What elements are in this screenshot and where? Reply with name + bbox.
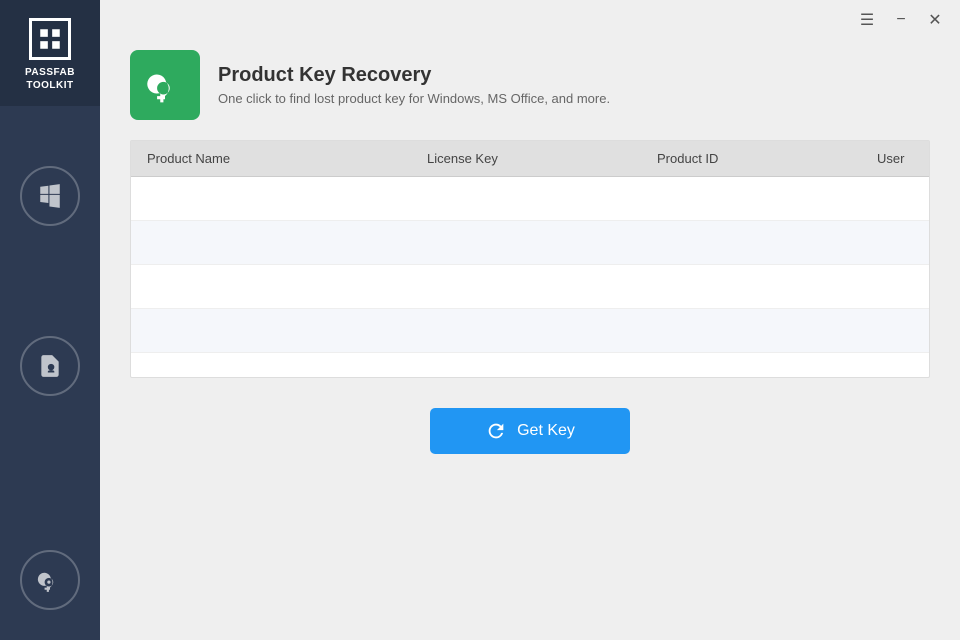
sidebar-nav [0,106,100,396]
minimize-icon: − [896,11,905,29]
cell-product-name [147,275,427,298]
product-key-circle-icon [37,567,63,593]
get-key-button[interactable]: Get Key [430,408,630,454]
table-row [131,265,929,309]
windows-icon [37,183,63,209]
sidebar-item-product-key[interactable] [20,550,80,610]
titlebar: ☰ − ✕ [100,0,960,40]
menu-button[interactable]: ☰ [852,5,882,35]
table-row [131,221,929,265]
cell-product-id [657,231,877,254]
cell-user [877,231,913,254]
app-subtitle: One click to find lost product key for W… [218,91,610,106]
sidebar-item-file-key[interactable] [20,336,80,396]
cell-product-name [147,231,427,254]
cell-product-name [147,187,427,210]
app-header-text: Product Key Recovery One click to find l… [218,64,610,106]
get-key-label: Get Key [517,422,575,440]
cell-product-id [657,187,877,210]
app-icon [130,50,200,120]
main-content: ☰ − ✕ Product Key Recovery One click to … [100,0,960,640]
content-area: Product Key Recovery One click to find l… [100,40,960,640]
table-row [131,177,929,221]
table-header: Product Name License Key Product ID User [131,141,929,177]
logo-svg [37,26,63,52]
col-product-name: Product Name [147,151,427,166]
app-header: Product Key Recovery One click to find l… [130,50,930,120]
table-body [131,177,929,377]
logo-text: PASSFAB TOOLKIT [0,66,100,92]
cell-license-key [427,319,657,342]
minimize-button[interactable]: − [886,5,916,35]
sidebar-item-windows[interactable] [20,166,80,226]
logo-icon [29,18,71,60]
close-icon: ✕ [928,10,941,30]
cell-user [877,275,913,298]
cell-license-key [427,231,657,254]
close-button[interactable]: ✕ [920,5,950,35]
cell-user [877,187,913,210]
col-user: User [877,151,913,166]
menu-icon: ☰ [860,10,874,30]
cell-user [877,319,913,342]
table-wrapper: Product Name License Key Product ID User [130,140,930,378]
cell-product-id [657,275,877,298]
bottom-area: Get Key [130,408,930,454]
app-title: Product Key Recovery [218,64,610,87]
cell-product-id [657,319,877,342]
key-icon [146,66,184,104]
cell-product-name [147,319,427,342]
cell-license-key [427,275,657,298]
sidebar: PASSFAB TOOLKIT [0,0,100,640]
table-row [131,309,929,353]
col-license-key: License Key [427,151,657,166]
col-product-id: Product ID [657,151,877,166]
sidebar-logo: PASSFAB TOOLKIT [0,0,100,106]
refresh-icon [485,420,507,442]
cell-license-key [427,187,657,210]
file-key-icon [37,353,63,379]
